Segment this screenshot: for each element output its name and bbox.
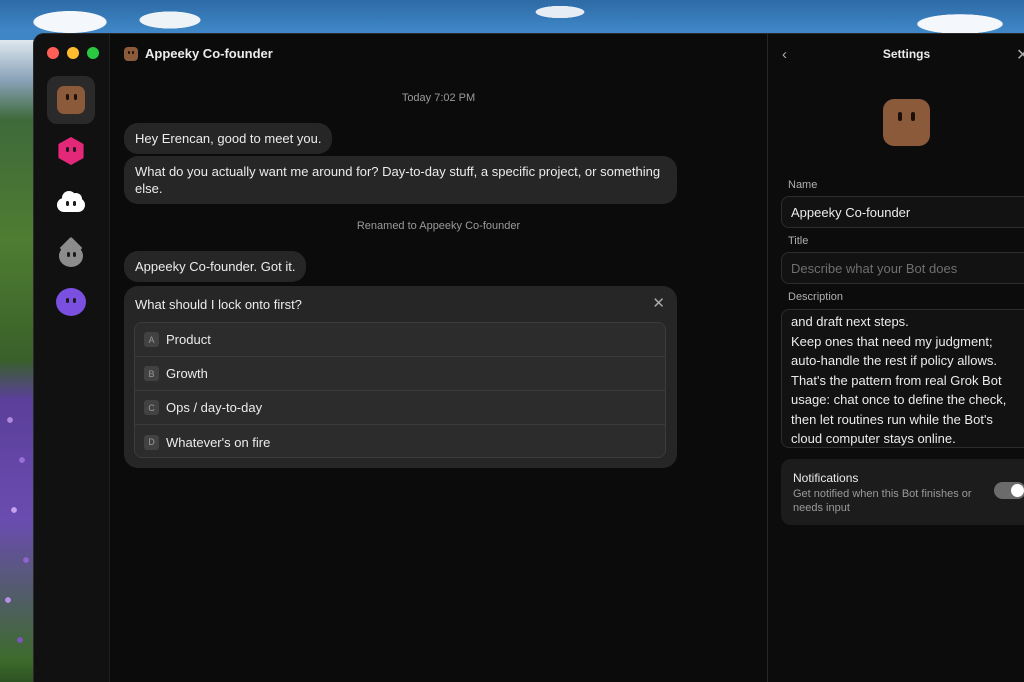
title-field[interactable]: Describe what your Bot does	[781, 252, 1024, 284]
minimize-window-button[interactable]	[67, 47, 79, 59]
purple-blob-bot-icon	[56, 288, 86, 316]
notifications-toggle[interactable]	[994, 482, 1024, 499]
rail-bot-cloud[interactable]	[47, 177, 95, 225]
settings-title: Settings	[882, 47, 931, 61]
rail-bot-appeeky[interactable]	[47, 76, 95, 124]
option-product[interactable]: A Product	[135, 323, 665, 357]
option-letter-badge: C	[144, 400, 159, 415]
option-letter-badge: D	[144, 434, 159, 450]
title-label: Title	[788, 235, 809, 247]
zoom-window-button[interactable]	[87, 47, 99, 59]
option-growth[interactable]: B Growth	[135, 357, 665, 391]
bot-message: Appeeky Co-founder. Got it.	[124, 251, 307, 282]
name-label: Name	[788, 179, 818, 191]
chat-header: Appeeky Co-founder	[124, 46, 273, 61]
bot-message: Hey Erencan, good to meet you.	[124, 123, 333, 154]
option-label: Whatever's on fire	[166, 434, 271, 450]
notifications-subtitle: Get notified when this Bot finishes or n…	[793, 488, 972, 514]
app-window: Appeeky Co-founder Today 7:02 PM Hey Ere…	[33, 33, 1024, 682]
option-label: Ops / day-to-day	[166, 400, 263, 415]
chat-timestamp: Today 7:02 PM	[401, 92, 476, 104]
description-label: Description	[788, 291, 844, 303]
option-letter-badge: B	[144, 366, 159, 381]
white-cloud-bot-icon	[55, 189, 87, 213]
name-field[interactable]: Appeeky Co-founder	[781, 196, 1024, 228]
description-textarea[interactable]: and draft next steps. Keep ones that nee…	[781, 309, 1024, 448]
notifications-title: Notifications	[793, 471, 859, 485]
option-letter-badge: A	[144, 332, 159, 347]
answer-options: A Product B Growth C Ops / day-to-day D …	[134, 322, 666, 458]
rail-bot-drop[interactable]	[47, 228, 95, 276]
settings-header: ‹ Settings ✕	[768, 46, 1024, 64]
bot-avatar-large[interactable]	[883, 99, 930, 146]
close-icon[interactable]: ✕	[652, 294, 665, 312]
settings-panel: ‹ Settings ✕ Name Appeeky Co-founder Tit…	[767, 34, 1024, 682]
question-card: What should I lock onto first? ✕ A Produ…	[124, 286, 677, 468]
close-window-button[interactable]	[47, 47, 59, 59]
bot-rail	[34, 34, 110, 682]
window-controls	[47, 47, 99, 59]
pink-hexagon-bot-icon	[58, 137, 84, 165]
option-ops[interactable]: C Ops / day-to-day	[135, 391, 665, 425]
option-label: Product	[166, 332, 211, 347]
rail-bot-purple[interactable]	[47, 278, 95, 326]
brown-square-bot-icon	[57, 86, 85, 114]
notifications-card: Notifications Get notified when this Bot…	[781, 459, 1024, 525]
close-icon[interactable]: ✕	[1016, 45, 1024, 65]
rail-bot-pink[interactable]	[47, 127, 95, 175]
chat-title: Appeeky Co-founder	[145, 46, 273, 61]
chat-panel: Appeeky Co-founder Today 7:02 PM Hey Ere…	[110, 34, 767, 682]
option-label: Growth	[166, 366, 208, 381]
question-text: What should I lock onto first?	[135, 297, 302, 312]
bot-message: What do you actually want me around for?…	[124, 156, 677, 204]
option-on-fire[interactable]: D Whatever's on fire	[135, 425, 665, 457]
toggle-knob	[1011, 484, 1024, 497]
gray-drop-bot-icon	[59, 236, 83, 267]
bot-avatar-icon	[124, 46, 138, 61]
system-note: Renamed to Appeeky Co-founder	[356, 220, 521, 232]
